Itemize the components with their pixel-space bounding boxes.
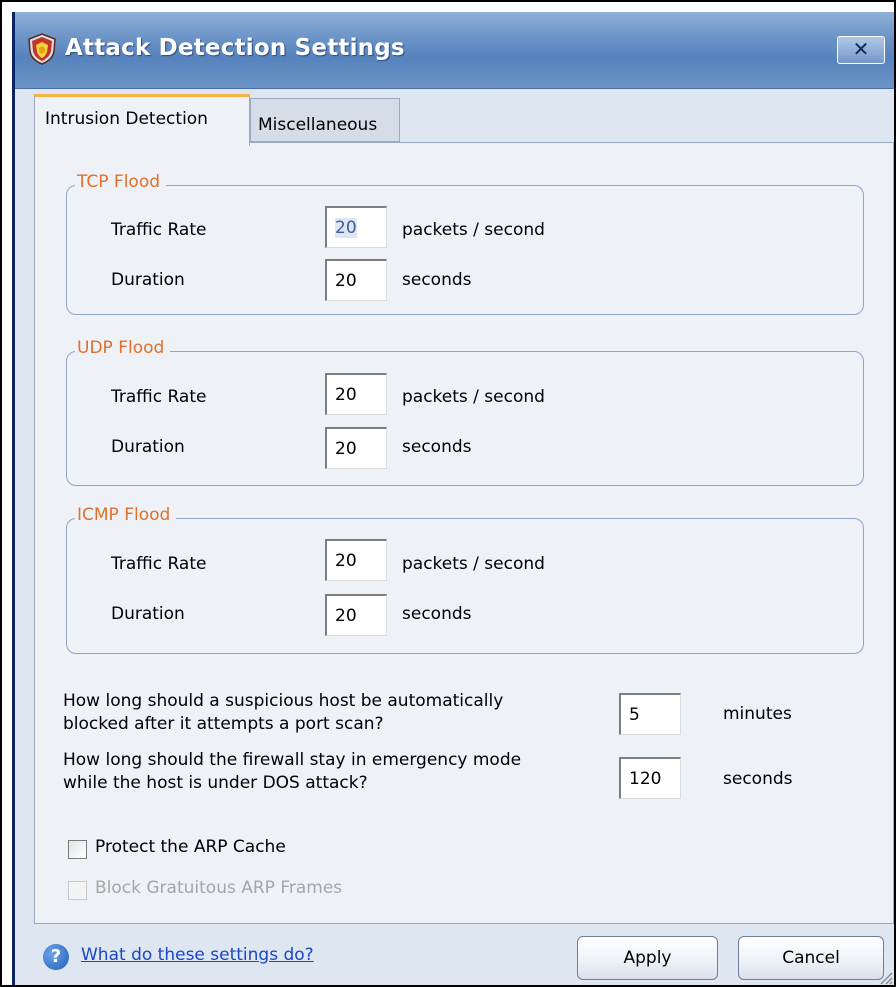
emergency-mode-seconds-input[interactable]: 120 [619,757,681,799]
udp-flood-title: UDP Flood [75,338,171,358]
udp-traffic-rate-value: 20 [335,385,357,405]
icmp-traffic-rate-label: Traffic Rate [111,554,207,574]
shield-icon [28,33,56,65]
icmp-traffic-rate-unit: packets / second [402,554,545,574]
emergency-question: How long should the firewall stay in eme… [63,749,521,795]
icmp-flood-title: ICMP Flood [75,505,177,525]
icmp-flood-group: ICMP Flood [66,505,864,654]
dialog-window: Attack Detection Settings ✕ Intrusion De… [12,12,896,987]
emergency-mode-value: 120 [629,769,662,789]
tab-label: Miscellaneous [258,115,378,135]
protect-arp-checkbox[interactable] [68,840,87,859]
portscan-question-line1: How long should a suspicious host be aut… [63,691,504,711]
portscan-question-line2: blocked after it attempts a port scan? [63,714,384,734]
resize-grip-icon[interactable] [877,969,893,985]
udp-duration-input[interactable]: 20 [325,427,387,469]
close-button[interactable]: ✕ [837,36,885,64]
tcp-traffic-rate-input[interactable]: 20 [325,206,387,248]
tcp-duration-input[interactable]: 20 [325,259,387,301]
tcp-duration-value: 20 [335,271,357,291]
help-link[interactable]: What do these settings do? [81,945,314,965]
icmp-duration-label: Duration [111,604,185,624]
help-icon[interactable]: ? [43,944,69,970]
portscan-block-value: 5 [629,705,640,725]
tab-intrusion-detection[interactable]: Intrusion Detection [34,94,250,146]
title-bar[interactable]: Attack Detection Settings ✕ [15,12,896,89]
intrusion-detection-panel: TCP Flood Traffic Rate 20 packets / seco… [34,142,894,924]
udp-duration-label: Duration [111,437,185,457]
tab-label: Intrusion Detection [45,109,208,129]
close-icon: ✕ [852,37,870,61]
tcp-traffic-rate-unit: packets / second [402,220,545,240]
emergency-mode-unit: seconds [723,769,793,789]
protect-arp-label[interactable]: Protect the ARP Cache [95,837,286,857]
tab-miscellaneous[interactable]: Miscellaneous [250,98,400,142]
emergency-question-line2: while the host is under DOS attack? [63,773,368,793]
tcp-traffic-rate-label: Traffic Rate [111,220,207,240]
udp-duration-value: 20 [335,439,357,459]
window-title: Attack Detection Settings [65,35,405,61]
block-arp-label[interactable]: Block Gratuitous ARP Frames [95,878,342,898]
udp-traffic-rate-label: Traffic Rate [111,387,207,407]
tcp-flood-title: TCP Flood [75,172,167,192]
emergency-question-line1: How long should the firewall stay in eme… [63,750,522,770]
portscan-question: How long should a suspicious host be aut… [63,690,503,736]
portscan-block-minutes-input[interactable]: 5 [619,693,681,735]
cancel-button[interactable]: Cancel [738,936,884,980]
udp-flood-group: UDP Flood [66,338,864,486]
udp-traffic-rate-unit: packets / second [402,387,545,407]
apply-button[interactable]: Apply [577,936,718,980]
icmp-duration-value: 20 [335,606,357,626]
tcp-duration-unit: seconds [402,270,472,290]
portscan-block-unit: minutes [723,704,792,724]
icmp-duration-unit: seconds [402,604,472,624]
icmp-traffic-rate-input[interactable]: 20 [325,539,387,581]
icmp-duration-input[interactable]: 20 [325,594,387,636]
icmp-traffic-rate-value: 20 [335,551,357,571]
tcp-flood-group: TCP Flood [66,172,864,315]
udp-duration-unit: seconds [402,437,472,457]
tcp-duration-label: Duration [111,270,185,290]
tcp-traffic-rate-value: 20 [335,218,357,238]
udp-traffic-rate-input[interactable]: 20 [325,373,387,415]
block-arp-checkbox[interactable] [68,881,87,900]
